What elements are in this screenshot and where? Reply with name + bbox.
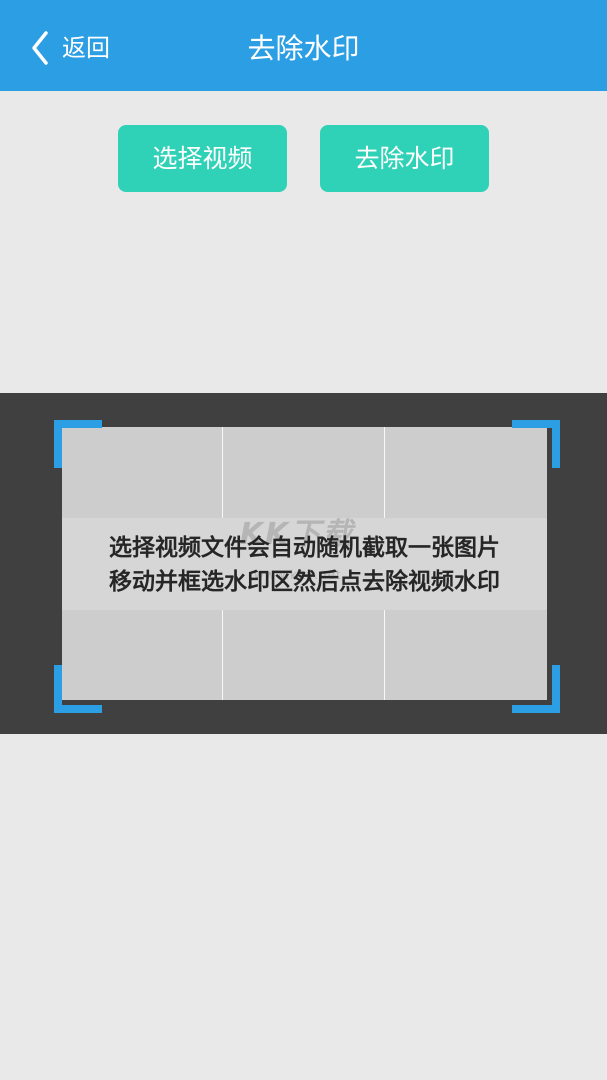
instruction-line-1: 选择视频文件会自动随机截取一张图片 — [109, 535, 500, 561]
instruction-text: 选择视频文件会自动随机截取一张图片 移动并框选水印区然后点去除视频水印 — [62, 531, 547, 599]
back-button[interactable]: 返回 — [30, 28, 110, 68]
app-screen: 返回 去除水印 选择视频 去除水印 KK下载 www.kkx.net 选择视频文… — [0, 0, 607, 1080]
crop-frame[interactable]: KK下载 www.kkx.net 选择视频文件会自动随机截取一张图片 移动并框选… — [62, 427, 547, 700]
crop-corner-bottom-left-handle[interactable] — [54, 665, 102, 713]
select-video-button[interactable]: 选择视频 — [118, 125, 287, 192]
instruction-line-2: 移动并框选水印区然后点去除视频水印 — [109, 569, 500, 595]
remove-watermark-button[interactable]: 去除水印 — [320, 125, 489, 192]
app-header: 返回 去除水印 — [0, 0, 607, 91]
chevron-left-icon — [32, 31, 48, 65]
crop-corner-bottom-right-handle[interactable] — [512, 665, 560, 713]
crop-corner-top-left-handle[interactable] — [54, 420, 102, 468]
back-label: 返回 — [62, 34, 110, 62]
hint-band: KK下载 www.kkx.net 选择视频文件会自动随机截取一张图片 移动并框选… — [62, 518, 547, 610]
crop-corner-top-right-handle[interactable] — [512, 420, 560, 468]
video-preview-area: KK下载 www.kkx.net 选择视频文件会自动随机截取一张图片 移动并框选… — [0, 393, 607, 734]
